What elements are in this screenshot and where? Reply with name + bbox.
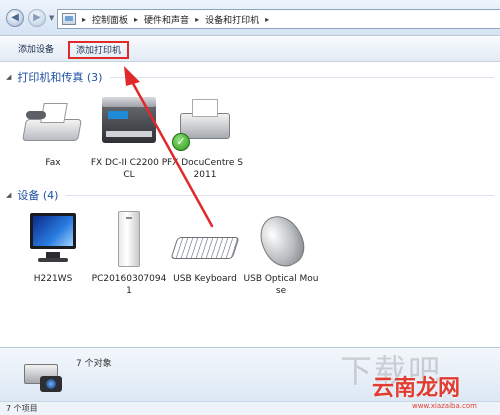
device-label: FX DC-II C2200 PCL bbox=[90, 158, 168, 180]
address-bar[interactable]: ▸ 控制面板 ▸ 硬件和声音 ▸ 设备和打印机 ▸ bbox=[57, 9, 500, 29]
computer-tower-icon bbox=[94, 209, 164, 269]
add-device-button[interactable]: 添加设备 bbox=[18, 42, 54, 58]
breadcrumb-separator-icon[interactable]: ▸ bbox=[195, 15, 199, 24]
devices-and-printers-icon bbox=[18, 354, 64, 396]
add-printer-button[interactable]: 添加打印机 bbox=[68, 41, 130, 59]
breadcrumb-separator-icon[interactable]: ▸ bbox=[82, 15, 86, 24]
collapse-arrow-icon[interactable]: ◢ bbox=[6, 73, 11, 81]
device-label: USB Optical Mouse bbox=[243, 274, 319, 296]
device-tile-fx-docucentre[interactable]: ✓ FX DocuCentre S2011 bbox=[166, 93, 244, 181]
breadcrumb-hardware-sound[interactable]: 硬件和声音 bbox=[144, 13, 189, 26]
device-list-pane: ◢ 打印机和传真 (3) Fax FX DC-II C2200 PCL ✓ FX… bbox=[0, 63, 500, 347]
group-divider bbox=[110, 76, 494, 78]
breadcrumb-separator-icon[interactable]: ▸ bbox=[134, 15, 138, 24]
command-toolbar: 添加设备 添加打印机 bbox=[0, 37, 500, 62]
forward-button[interactable]: ▶ bbox=[28, 9, 46, 27]
device-tile-mouse[interactable]: USB Optical Mouse bbox=[242, 208, 320, 297]
collapse-arrow-icon[interactable]: ◢ bbox=[6, 191, 11, 199]
recent-pages-dropdown-icon[interactable]: ▼ bbox=[49, 14, 54, 22]
group-divider bbox=[66, 194, 494, 196]
keyboard-icon bbox=[170, 209, 240, 269]
breadcrumb-devices-printers[interactable]: 设备和打印机 bbox=[205, 13, 259, 26]
control-panel-icon bbox=[62, 13, 76, 25]
address-strip: ◀ ▶ ▼ ▸ 控制面板 ▸ 硬件和声音 ▸ 设备和打印机 ▸ bbox=[0, 0, 500, 36]
back-arrow-icon: ◀ bbox=[11, 12, 19, 23]
back-button[interactable]: ◀ bbox=[6, 9, 24, 27]
multifunction-printer-icon bbox=[94, 93, 164, 153]
group-header-printers[interactable]: ◢ 打印机和传真 (3) bbox=[6, 69, 494, 85]
device-label: PC201603070941 bbox=[91, 274, 167, 296]
device-label: FX DocuCentre S2011 bbox=[167, 158, 243, 180]
group-header-devices[interactable]: ◢ 设备 (4) bbox=[6, 187, 494, 203]
item-count: 7 个项目 bbox=[6, 404, 38, 413]
device-tile-monitor[interactable]: H221WS bbox=[14, 209, 92, 285]
fax-icon bbox=[18, 93, 88, 153]
breadcrumb-separator-icon[interactable]: ▸ bbox=[265, 15, 269, 24]
group-title-printers: 打印机和传真 (3) bbox=[17, 71, 103, 84]
watermark-url: www.xiazaiba.com bbox=[412, 402, 477, 410]
mouse-icon bbox=[246, 208, 316, 274]
device-label: Fax bbox=[45, 158, 61, 168]
default-printer-check-icon: ✓ bbox=[172, 133, 190, 151]
group-title-devices: 设备 (4) bbox=[17, 189, 59, 202]
device-label: H221WS bbox=[33, 274, 73, 284]
device-tile-fx-dc-ii[interactable]: FX DC-II C2200 PCL bbox=[90, 93, 168, 181]
object-count: 7 个对象 bbox=[76, 359, 112, 369]
device-tile-keyboard[interactable]: USB Keyboard bbox=[166, 209, 244, 285]
forward-arrow-icon: ▶ bbox=[33, 12, 41, 23]
device-tile-fax[interactable]: Fax bbox=[14, 93, 92, 169]
watermark-logo-text: 云南龙网 bbox=[372, 376, 461, 401]
printer-icon: ✓ bbox=[170, 93, 240, 153]
device-tile-computer[interactable]: PC201603070941 bbox=[90, 209, 168, 297]
breadcrumb-control-panel[interactable]: 控制面板 bbox=[92, 13, 128, 26]
device-label: USB Keyboard bbox=[173, 274, 237, 284]
monitor-icon bbox=[18, 209, 88, 269]
